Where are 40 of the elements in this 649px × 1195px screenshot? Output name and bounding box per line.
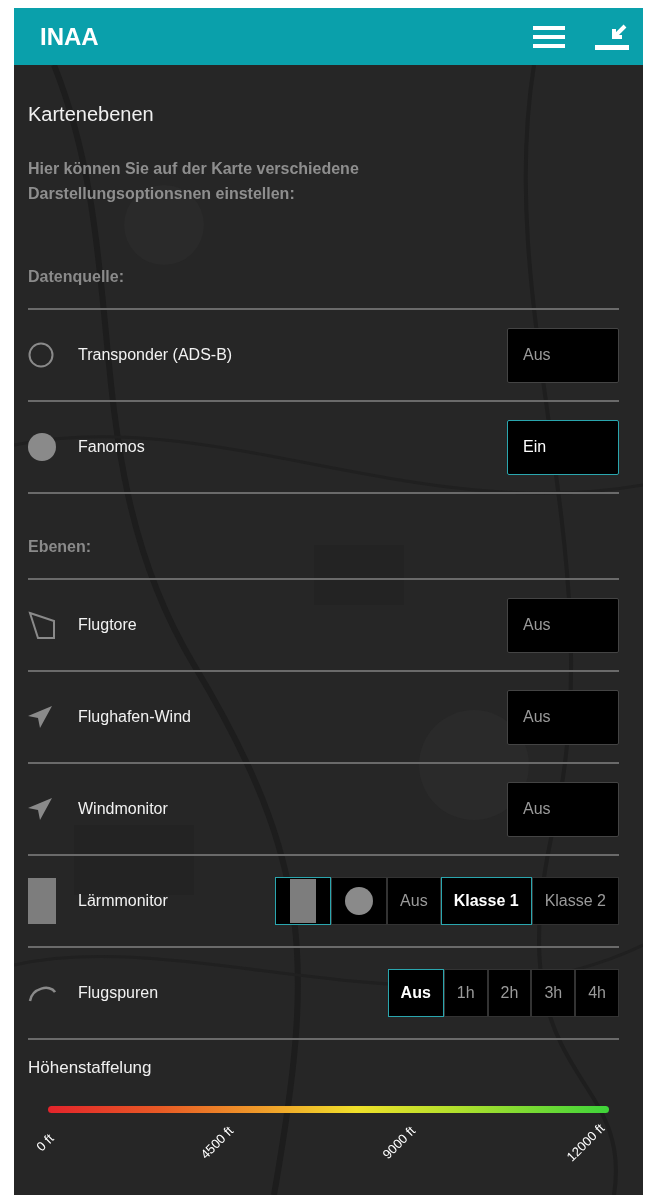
layer-label: Transponder (ADS-B): [78, 346, 234, 364]
description-text: Hier können Sie auf der Karte verschiedene Darstellungsoptionsnen einstellen:: [28, 159, 360, 204]
segment-button[interactable]: 1h: [443, 969, 488, 1017]
segment-button[interactable]: 2h: [487, 969, 532, 1017]
circle-option[interactable]: [331, 877, 388, 925]
segment-button[interactable]: 4h: [575, 969, 619, 1017]
rectangle-icon: [290, 879, 317, 923]
layer-label: Fanomos: [78, 438, 146, 456]
toggle-button[interactable]: Aus: [507, 327, 619, 383]
segment-button[interactable]: Klasse 2: [531, 877, 619, 925]
tick-label: 0 ft: [33, 1130, 57, 1155]
toggle-button[interactable]: Aus: [507, 781, 619, 837]
panel-title: Kartenebenen: [28, 103, 155, 126]
layer-label: Windmonitor: [78, 800, 169, 818]
section-label: Ebenen:: [28, 538, 619, 580]
collapse-icon[interactable]: [595, 22, 629, 51]
scale-title: Höhenstaffelung: [28, 1058, 153, 1078]
menu-icon[interactable]: [533, 24, 565, 49]
layer-label: Flughafen-Wind: [78, 708, 192, 726]
segment-button[interactable]: 3h: [531, 969, 576, 1017]
app-title: INAA: [40, 22, 99, 51]
gate-icon: [28, 611, 56, 639]
toggle-button[interactable]: Aus: [507, 597, 619, 653]
section-label: Datenquelle:: [28, 268, 619, 310]
rectangle-option[interactable]: [275, 877, 332, 925]
toggle-button[interactable]: Ein: [507, 419, 619, 475]
segment-button[interactable]: Aus: [387, 969, 444, 1017]
rectangle-icon: [28, 878, 56, 924]
circle-icon: [28, 433, 56, 461]
arc-icon: [28, 984, 56, 1002]
ring-icon: [28, 342, 54, 368]
segment-button[interactable]: Aus: [387, 877, 441, 925]
toggle-button[interactable]: Aus: [507, 689, 619, 745]
circle-icon: [345, 887, 374, 915]
layer-label: Lärmmonitor: [78, 892, 169, 910]
segment-button[interactable]: Klasse 1: [440, 877, 532, 925]
layer-label: Flugtore: [78, 616, 138, 634]
arrow-icon: [28, 798, 52, 820]
layer-label: Flugspuren: [78, 984, 160, 1002]
arrow-icon: [28, 706, 52, 728]
